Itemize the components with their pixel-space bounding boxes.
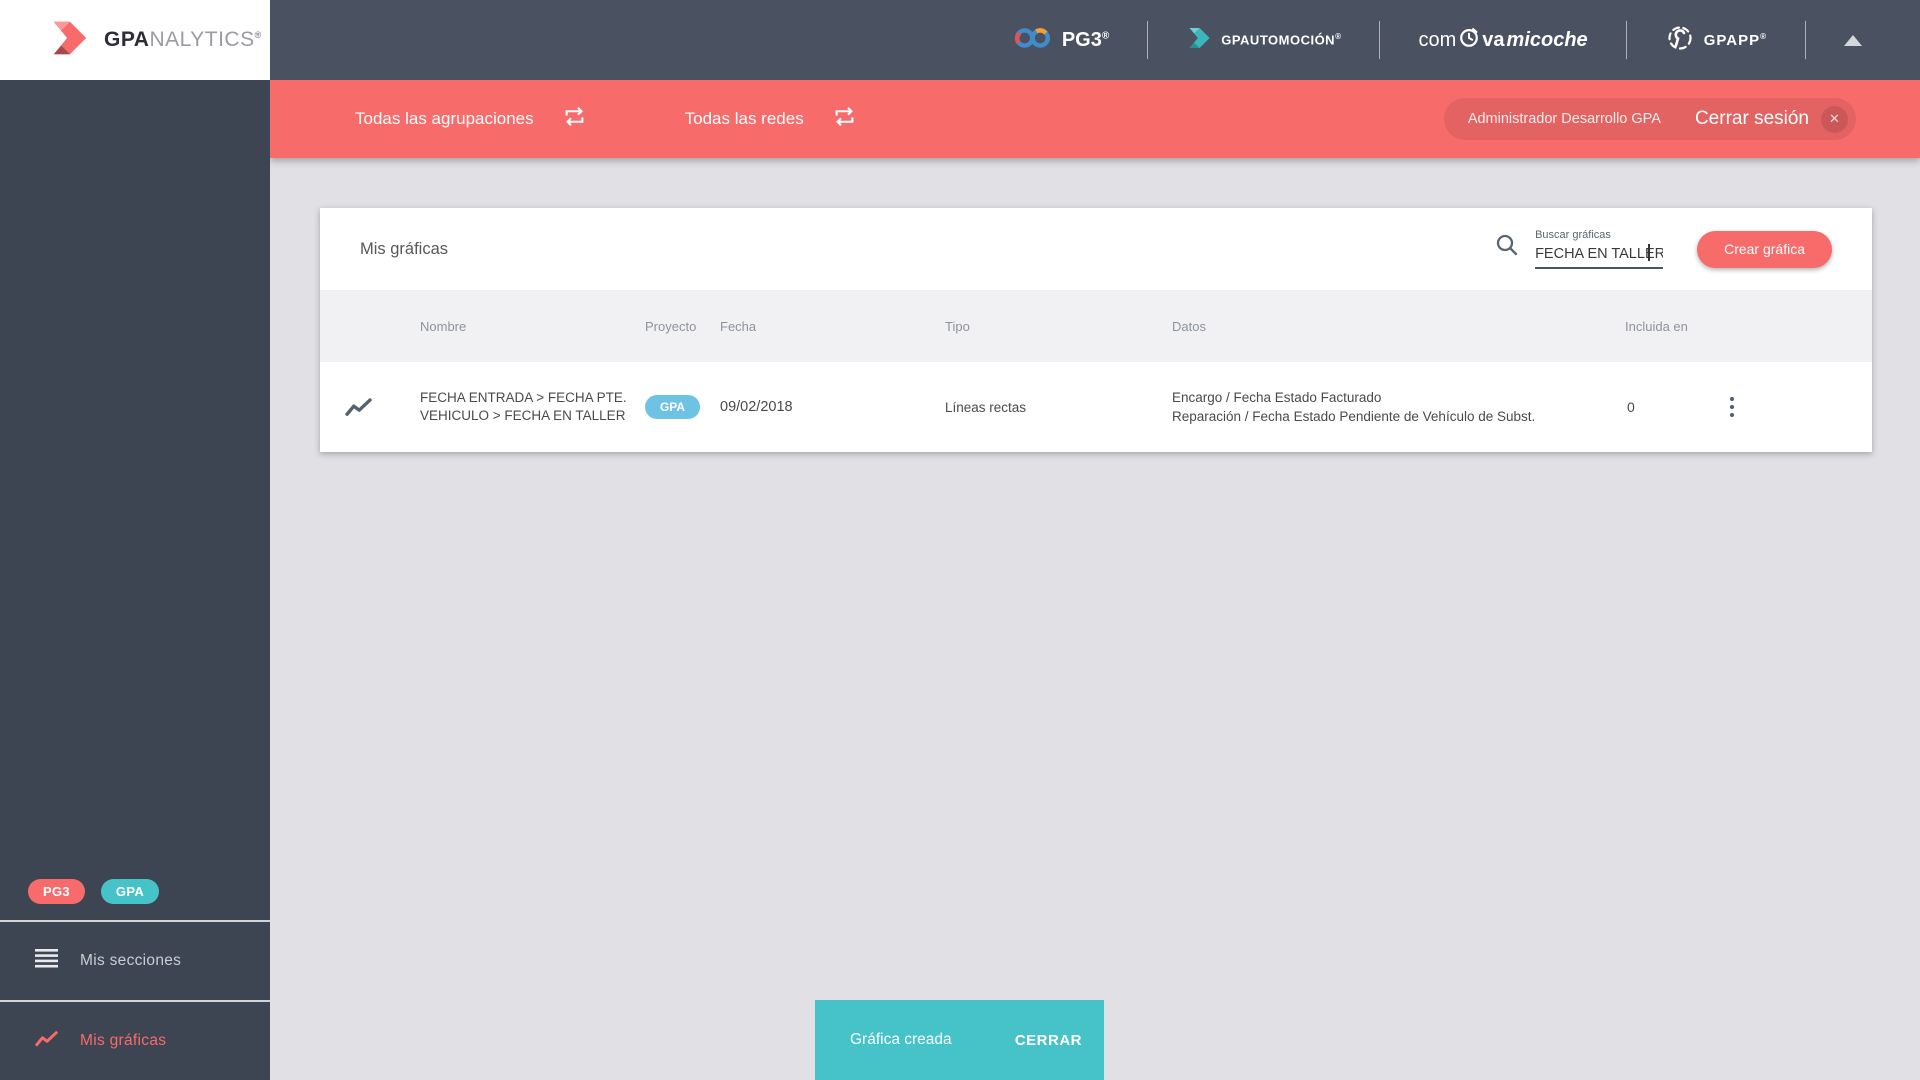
toast-close-button[interactable]: CERRAR (1015, 1032, 1082, 1049)
gpautomocion-label: GPAUTOMOCIÓN (1221, 32, 1336, 48)
toast-notification: Gráfica creada CERRAR (815, 1000, 1104, 1080)
pg3-label: PG3 (1061, 28, 1102, 51)
table-header: Nombre Proyecto Fecha Tipo Datos Incluid… (320, 290, 1872, 362)
topbar-divider (1379, 21, 1381, 59)
cell-incluida-en: 0 (1627, 399, 1635, 415)
filter-bar: Todas las agrupaciones Todas las redes A… (270, 80, 1920, 158)
search-field: Buscar gráficas (1535, 229, 1664, 269)
charts-card: Mis gráficas Buscar gráficas Crear gráfi… (320, 208, 1872, 452)
gpautomocion-arrow-icon (1186, 26, 1212, 55)
networks-selector[interactable]: Todas las redes (685, 106, 855, 132)
text-caret (1648, 244, 1650, 261)
sidebar: PG3 GPA Mis secciones Mis gráficas (0, 80, 270, 1080)
col-header-proyecto: Proyecto (645, 318, 697, 334)
col-header-incluida-en: Incluida en (1625, 318, 1688, 334)
sidebar-item-mis-secciones[interactable]: Mis secciones (0, 922, 270, 1000)
gpapp-label: GPAPP (1703, 31, 1761, 49)
comprava-pre: com (1418, 28, 1457, 51)
sidebar-item-label: Mis gráficas (80, 1032, 167, 1049)
search-icon[interactable] (1495, 233, 1519, 262)
topbar-divider (1147, 21, 1149, 59)
create-chart-button[interactable]: Crear gráfica (1697, 230, 1832, 268)
collapse-up-icon[interactable] (1844, 34, 1862, 46)
session-pill: Administrador Desarrollo GPA Cerrar sesi… (1443, 98, 1856, 140)
compravamicoche-logo: com va micoche (1418, 26, 1588, 54)
col-header-tipo: Tipo (945, 318, 970, 334)
groupings-label: Todas las agrupaciones (355, 109, 534, 128)
sidebar-item-label: Mis secciones (80, 952, 182, 969)
search-input[interactable] (1535, 246, 1664, 262)
page-title: Mis gráficas (360, 239, 449, 258)
product-badges: PG3 GPA (0, 862, 270, 920)
cell-tipo: Líneas rectas (945, 399, 1027, 415)
topbar-divider (1805, 21, 1806, 59)
networks-label: Todas las redes (684, 109, 804, 128)
gpa-badge: GPA (100, 878, 160, 904)
current-user-label: Administrador Desarrollo GPA (1467, 111, 1661, 127)
col-header-datos: Datos (1172, 318, 1206, 334)
search-field-label: Buscar gráficas (1535, 229, 1611, 241)
toast-message: Gráfica creada (850, 1031, 952, 1048)
comprava-italic: micoche (1506, 28, 1588, 51)
project-badge: GPA (645, 395, 700, 419)
cell-datos: Encargo / Fecha Estado Facturado Reparac… (1172, 388, 1625, 426)
gpanalytics-arrow-icon (48, 19, 90, 62)
gpanalytics-logo: GPANALYTICS® (0, 0, 270, 80)
row-menu-kebab-icon[interactable] (1717, 390, 1747, 424)
sidebar-item-mis-graficas[interactable]: Mis gráficas (0, 1002, 270, 1080)
swap-icon[interactable] (834, 106, 855, 132)
pg3-logo: PG3® (1013, 26, 1109, 55)
pg3-badge: PG3 (28, 878, 85, 904)
groupings-selector[interactable]: Todas las agrupaciones (355, 106, 585, 132)
brand-bold: GPA (104, 28, 150, 51)
datos-line-2: Reparación / Fecha Estado Pendiente de V… (1172, 409, 1536, 424)
cell-fecha: 09/02/2018 (720, 399, 793, 415)
pg3-infinity-icon (1013, 26, 1053, 55)
logout-close-icon[interactable]: ✕ (1821, 105, 1848, 133)
stopwatch-icon (1458, 26, 1480, 54)
logout-button[interactable]: Cerrar sesión (1695, 108, 1809, 130)
top-bar: PG3® GPAUTOMOCIÓN® com va micoche GPAPP® (0, 0, 1920, 80)
comprava-mid: va (1482, 28, 1505, 51)
col-header-nombre: Nombre (420, 318, 467, 334)
gpautomocion-logo: GPAUTOMOCIÓN® (1186, 26, 1341, 55)
list-icon (35, 949, 58, 973)
line-chart-icon (345, 397, 420, 417)
topbar-divider (1625, 21, 1627, 59)
gpapp-wrench-icon (1665, 23, 1695, 58)
col-header-fecha: Fecha (720, 318, 757, 334)
cell-nombre: FECHA ENTRADA > FECHA PTE. VEHICULO > FE… (420, 390, 627, 423)
brand-light: NALYTICS (149, 28, 255, 51)
line-chart-icon (35, 1030, 58, 1052)
swap-icon[interactable] (564, 106, 585, 132)
table-row[interactable]: FECHA ENTRADA > FECHA PTE. VEHICULO > FE… (320, 362, 1872, 452)
datos-line-1: Encargo / Fecha Estado Facturado (1172, 390, 1382, 405)
gpapp-logo: GPAPP® (1665, 23, 1767, 58)
